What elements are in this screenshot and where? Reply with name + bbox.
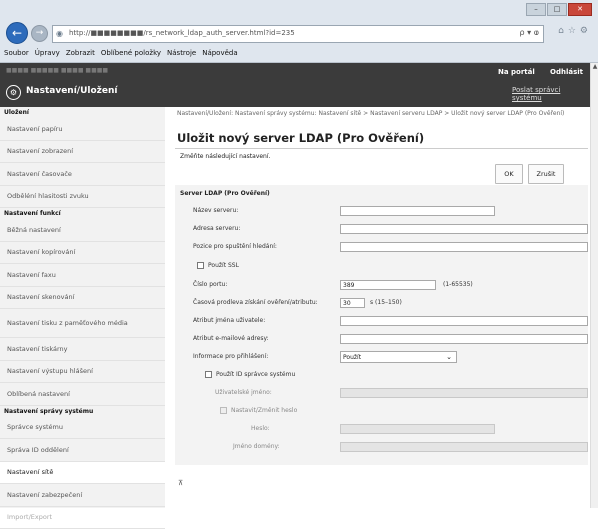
sidebar-item-report-output[interactable]: Nastavení výstupu hlášení: [0, 361, 165, 384]
sidebar-item-dept-id[interactable]: Správa ID oddělení: [0, 439, 165, 462]
chevron-down-icon: ⌄: [446, 352, 452, 363]
attr-username-label: Atribut jména uživatele:: [193, 317, 265, 324]
page-title: Uložit nový server LDAP (Pro Ověření): [177, 131, 424, 145]
minimize-button[interactable]: –: [526, 3, 546, 16]
attr-email-label: Atribut e-mailové adresy:: [193, 335, 269, 342]
timeout-range: s (15–150): [370, 299, 402, 306]
use-admin-id-label: Použít ID správce systému: [216, 371, 295, 378]
sidebar-item-volume[interactable]: Odběléní hlasitosti zvuku: [0, 186, 165, 209]
menu-bar: Soubor Úpravy Zobrazit Oblíbené položky …: [0, 46, 238, 60]
server-address-label: Adresa serveru:: [193, 225, 240, 232]
main-content: Nastavení/Uložení: Nastavení správy syst…: [165, 107, 590, 508]
sidebar-item-scan[interactable]: Nastavení skenování: [0, 287, 165, 310]
server-name-input[interactable]: [340, 206, 495, 216]
address-url: http://■■■■■■■■/rs_network_ldap_auth_ser…: [69, 29, 295, 37]
sidebar-item-printer[interactable]: Nastavení tiskárny: [0, 338, 165, 361]
password-input[interactable]: [340, 424, 495, 434]
login-info-select[interactable]: Použít ⌄: [340, 351, 457, 363]
server-address-input[interactable]: [340, 224, 588, 234]
sidebar-heading-management: Nastavení správy systému: [0, 406, 165, 417]
server-name-label: Název serveru:: [193, 207, 238, 214]
attr-email-input[interactable]: [340, 334, 588, 344]
vertical-scrollbar[interactable]: ▲: [590, 63, 598, 508]
password-label: Heslo:: [251, 425, 270, 432]
sidebar-item-security[interactable]: Nastavení zabezpečení: [0, 484, 165, 507]
favorites-star-icon[interactable]: ☆: [568, 26, 580, 36]
maximize-button[interactable]: □: [547, 3, 567, 16]
use-admin-id-checkbox[interactable]: [205, 371, 212, 378]
toolbar-icons: ⌂☆⚙: [558, 26, 592, 36]
breadcrumb: Nastavení/Uložení: Nastavení správy syst…: [177, 110, 572, 118]
sidebar-item-import-export[interactable]: Import/Export: [0, 507, 165, 529]
timeout-label: Časová prodleva získání ověření/atributu…: [193, 299, 318, 306]
home-icon[interactable]: ⌂: [558, 26, 568, 36]
port-label: Číslo portu:: [193, 281, 227, 288]
section-title: Server LDAP (Pro Ověření): [180, 190, 270, 197]
send-to-admin-link[interactable]: Poslat správci systému: [512, 86, 590, 102]
login-info-label: Informace pro přihlášení:: [193, 353, 268, 360]
device-name-blurred: ■■■■ ■■■■■ ■■■■ ■■■■: [6, 67, 108, 74]
logout-link[interactable]: Odhlásit: [550, 68, 583, 76]
page-top-icon[interactable]: ⊼: [178, 479, 183, 487]
sidebar-item-timer[interactable]: Nastavení časovače: [0, 163, 165, 186]
forward-arrow-icon[interactable]: →: [31, 25, 48, 42]
sidebar-item-paper[interactable]: Nastavení papíru: [0, 118, 165, 141]
window-controls: – □ ✕: [526, 3, 592, 16]
browser-chrome: – □ ✕ ← → ◉ http://■■■■■■■■/rs_network_l…: [0, 0, 598, 63]
back-arrow-icon[interactable]: ←: [6, 22, 28, 44]
menu-tools[interactable]: Nástroje: [167, 49, 196, 57]
sidebar-item-favorites[interactable]: Oblíbená nastavení: [0, 383, 165, 406]
port-input[interactable]: 389: [340, 280, 436, 290]
port-range: (1-65535): [443, 281, 473, 288]
address-tools[interactable]: ρ ▾ ⱷ: [520, 28, 539, 37]
use-ssl-checkbox[interactable]: [197, 262, 204, 269]
menu-view[interactable]: Zobrazit: [66, 49, 95, 57]
timeout-input[interactable]: 30: [340, 298, 365, 308]
username-input[interactable]: [340, 388, 588, 398]
login-info-selected: Použít: [343, 354, 361, 361]
domain-input[interactable]: [340, 442, 588, 452]
set-password-checkbox[interactable]: [220, 407, 227, 414]
ldap-server-section: Server LDAP (Pro Ověření) Název serveru:…: [175, 185, 588, 465]
settings-gear-icon[interactable]: ⚙: [580, 26, 592, 36]
sidebar-item-display[interactable]: Nastavení zobrazení: [0, 141, 165, 164]
menu-file[interactable]: Soubor: [4, 49, 29, 57]
domain-label: Jméno domény:: [233, 443, 280, 450]
sidebar: Uložení Nastavení papíru Nastavení zobra…: [0, 107, 166, 508]
menu-favorites[interactable]: Oblíbené položky: [101, 49, 161, 57]
scroll-up-icon[interactable]: ▲: [591, 63, 598, 73]
sidebar-item-media-print[interactable]: Nastavení tisku z paměťového média: [0, 309, 165, 338]
header-title: Nastavení/Uložení: [26, 86, 118, 96]
close-window-button[interactable]: ✕: [568, 3, 592, 16]
instruction-text: Změňte následující nastavení.: [180, 153, 270, 160]
sidebar-item-sysadmin[interactable]: Správce systému: [0, 417, 165, 440]
use-ssl-label: Použít SSL: [208, 262, 239, 269]
sidebar-item-common[interactable]: Běžná nastavení: [0, 219, 165, 242]
menu-edit[interactable]: Úpravy: [35, 49, 60, 57]
title-divider: [175, 148, 588, 149]
sidebar-heading-functions: Nastavení funkcí: [0, 208, 165, 219]
address-bar[interactable]: ◉ http://■■■■■■■■/rs_network_ldap_auth_s…: [52, 25, 544, 43]
app-header: ■■■■ ■■■■■ ■■■■ ■■■■ ⚙ Nastavení/Uložení…: [0, 63, 590, 107]
page-icon: ◉: [56, 29, 63, 38]
portal-link[interactable]: Na portál: [498, 68, 535, 76]
sidebar-item-network[interactable]: Nastavení sítě: [0, 462, 165, 485]
sidebar-heading-settings: Uložení: [0, 107, 165, 118]
settings-logo-icon: ⚙: [6, 85, 21, 100]
sidebar-item-fax[interactable]: Nastavení faxu: [0, 264, 165, 287]
username-label: Uživatelské jméno:: [215, 389, 272, 396]
attr-username-input[interactable]: [340, 316, 588, 326]
search-root-label: Pozice pro spuštění hledání:: [193, 243, 277, 250]
ok-button[interactable]: OK: [495, 164, 523, 184]
menu-help[interactable]: Nápověda: [202, 49, 237, 57]
sidebar-item-copy[interactable]: Nastavení kopírování: [0, 242, 165, 265]
search-root-input[interactable]: [340, 242, 588, 252]
set-password-label: Nastavit/Změnit heslo: [231, 407, 297, 414]
cancel-button[interactable]: Zrušit: [528, 164, 564, 184]
